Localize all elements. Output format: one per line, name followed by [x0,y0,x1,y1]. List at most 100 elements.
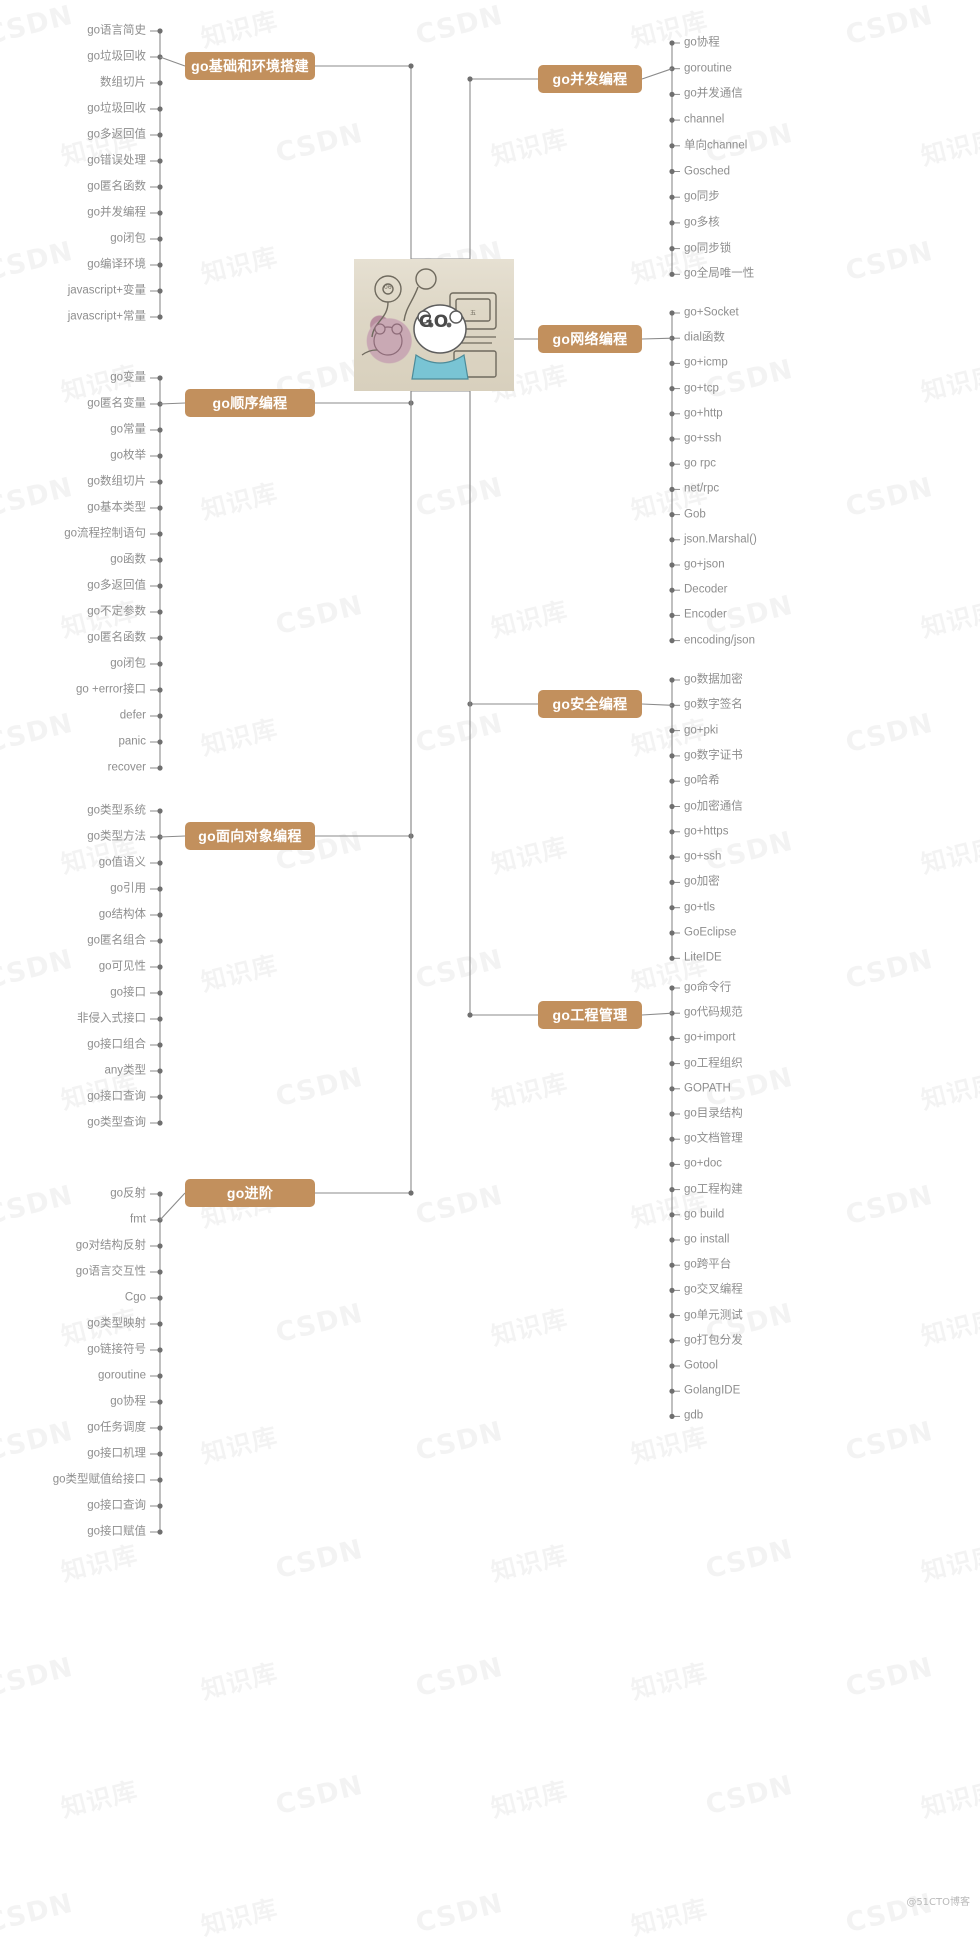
leaf-label[interactable]: go+tcp [684,382,719,395]
leaf-label[interactable]: go命令行 [684,982,731,994]
leaf-label[interactable]: go+pki [684,724,718,737]
leaf-label[interactable]: go接口机理 [87,1448,146,1460]
leaf-label[interactable]: panic [119,736,147,748]
leaf-label[interactable]: go+https [684,826,728,838]
leaf-label[interactable]: go反射 [110,1188,146,1200]
leaf-label[interactable]: go打包分发 [684,1335,743,1347]
leaf-label[interactable]: go哈希 [684,775,720,787]
leaf-label[interactable]: go+icmp [684,357,728,370]
topic-go-network[interactable]: go网络编程 [538,325,642,353]
leaf-label[interactable]: go垃圾回收 [87,103,146,115]
leaf-label[interactable]: go加密通信 [684,800,743,813]
leaf-label[interactable]: GoEclipse [684,927,736,939]
leaf-label[interactable]: go闭包 [110,658,146,670]
leaf-label[interactable]: go代码规范 [684,1007,743,1019]
leaf-label[interactable]: Gob [684,508,706,521]
leaf-label[interactable]: javascript+变量 [68,285,146,297]
leaf-label[interactable]: go协程 [110,1396,146,1408]
leaf-label[interactable]: go错误处理 [87,155,146,167]
leaf-label[interactable]: go+Socket [684,307,739,319]
leaf-label[interactable]: go+doc [684,1158,722,1171]
leaf-label[interactable]: go枚举 [110,450,146,462]
leaf-label[interactable]: go rpc [684,458,716,470]
leaf-label[interactable]: go匿名变量 [87,398,146,410]
leaf-label[interactable]: go接口查询 [87,1091,146,1103]
leaf-label[interactable]: go全局唯一性 [684,268,754,281]
leaf-label[interactable]: go +error接口 [76,684,146,696]
leaf-label[interactable]: go不定参数 [87,606,146,618]
leaf-label[interactable]: Encoder [684,609,727,622]
topic-go-sequential[interactable]: go顺序编程 [185,389,315,417]
leaf-label[interactable]: go类型查询 [87,1117,146,1129]
leaf-label[interactable]: go接口赋值 [87,1526,146,1538]
leaf-label[interactable]: javascript+常量 [68,311,146,323]
leaf-label[interactable]: go结构体 [99,909,146,921]
leaf-label[interactable]: 数组切片 [100,77,146,89]
leaf-label[interactable]: go函数 [110,554,146,566]
leaf-label[interactable]: go目录结构 [684,1108,743,1120]
leaf-label[interactable]: go同步锁 [684,242,731,255]
leaf-label[interactable]: go文档管理 [684,1133,743,1145]
leaf-label[interactable]: Cgo [125,1292,146,1304]
leaf-label[interactable]: go语言交互性 [76,1266,146,1278]
leaf-label[interactable]: Gosched [684,165,730,178]
leaf-label[interactable]: dial函数 [684,332,725,344]
leaf-label[interactable]: GOPATH [684,1083,731,1095]
leaf-label[interactable]: go并发编程 [87,207,146,219]
leaf-label[interactable]: goroutine [684,62,732,75]
leaf-label[interactable]: gdb [684,1410,703,1423]
leaf-label[interactable]: channel [684,114,724,126]
topic-go-advanced[interactable]: go进阶 [185,1179,315,1207]
leaf-label[interactable]: goroutine [98,1370,146,1382]
leaf-label[interactable]: LiteIDE [684,952,722,965]
leaf-label[interactable]: go匿名组合 [87,935,146,947]
leaf-label[interactable]: go加密 [684,876,720,889]
leaf-label[interactable]: go类型赋值给接口 [53,1474,146,1486]
leaf-label[interactable]: go垃圾回收 [87,51,146,63]
leaf-label[interactable]: fmt [130,1214,146,1226]
leaf-label[interactable]: 单向channel [684,140,747,152]
leaf-label[interactable]: go工程构建 [684,1183,743,1196]
topic-go-engineering[interactable]: go工程管理 [538,1001,642,1029]
leaf-label[interactable]: go引用 [110,883,146,895]
leaf-label[interactable]: go数组切片 [87,476,146,488]
leaf-label[interactable]: any类型 [104,1065,146,1077]
leaf-label[interactable]: go+ssh [684,851,721,863]
leaf-label[interactable]: 非侵入式接口 [77,1013,146,1025]
topic-go-concurrency[interactable]: go并发编程 [538,65,642,93]
leaf-label[interactable]: go编译环境 [87,259,146,271]
leaf-label[interactable]: go数字签名 [684,699,743,712]
leaf-label[interactable]: go接口组合 [87,1039,146,1051]
topic-go-oop[interactable]: go面向对象编程 [185,822,315,850]
leaf-label[interactable]: go可见性 [99,961,146,973]
leaf-label[interactable]: encoding/json [684,634,755,647]
leaf-label[interactable]: go+http [684,408,723,420]
leaf-label[interactable]: defer [120,710,146,722]
leaf-label[interactable]: go变量 [110,372,146,384]
leaf-label[interactable]: go交叉编程 [684,1284,743,1297]
leaf-label[interactable]: go多核 [684,217,720,229]
topic-go-security[interactable]: go安全编程 [538,690,642,718]
leaf-label[interactable]: json.Marshal() [684,534,757,546]
leaf-label[interactable]: go多返回值 [87,580,146,592]
leaf-label[interactable]: go基本类型 [87,502,146,514]
leaf-label[interactable]: Decoder [684,584,727,596]
leaf-label[interactable]: go数据加密 [684,674,743,686]
leaf-label[interactable]: go build [684,1209,724,1221]
leaf-label[interactable]: go链接符号 [87,1344,146,1356]
leaf-label[interactable]: go任务调度 [87,1422,146,1434]
leaf-label[interactable]: net/rpc [684,483,719,496]
leaf-label[interactable]: go流程控制语句 [64,528,146,540]
leaf-label[interactable]: go+ssh [684,433,721,445]
leaf-label[interactable]: go并发通信 [684,88,743,101]
leaf-label[interactable]: go同步 [684,191,720,203]
leaf-label[interactable]: go跨平台 [684,1259,731,1271]
leaf-label[interactable]: go协程 [684,37,720,49]
leaf-label[interactable]: go常量 [110,424,146,436]
leaf-label[interactable]: go匿名函数 [87,632,146,644]
leaf-label[interactable]: GolangIDE [684,1385,740,1397]
leaf-label[interactable]: go install [684,1234,729,1246]
leaf-label[interactable]: recover [108,762,146,774]
leaf-label[interactable]: go闭包 [110,233,146,245]
leaf-label[interactable]: go数字证书 [684,750,743,762]
